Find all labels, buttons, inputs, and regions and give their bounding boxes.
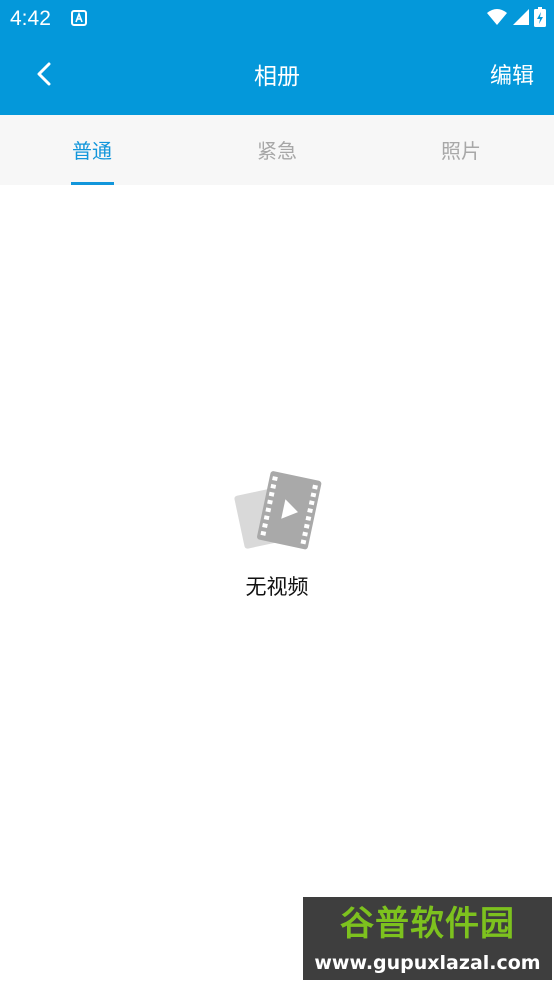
page-title: 相册 bbox=[254, 64, 300, 90]
wifi-icon bbox=[486, 8, 508, 30]
tab-photos[interactable]: 照片 bbox=[369, 115, 553, 185]
tab-bar: 普通 紧急 照片 bbox=[0, 115, 554, 185]
a-notification-icon bbox=[71, 10, 87, 26]
toolbar: 相册 编辑 bbox=[0, 38, 554, 115]
tab-normal[interactable]: 普通 bbox=[0, 115, 184, 185]
tab-label: 普通 bbox=[72, 139, 112, 163]
tab-urgent[interactable]: 紧急 bbox=[185, 115, 369, 185]
status-icons bbox=[486, 7, 546, 31]
video-list-empty: 无视频 bbox=[0, 185, 554, 985]
edit-button[interactable]: 编辑 bbox=[490, 62, 534, 92]
tab-label: 紧急 bbox=[257, 139, 297, 163]
video-film-icon bbox=[231, 471, 323, 555]
app-header: 4:42 相册 编辑 bbox=[0, 0, 554, 115]
empty-message: 无视频 bbox=[245, 575, 309, 599]
cell-signal-icon bbox=[512, 8, 530, 30]
battery-icon bbox=[534, 7, 546, 31]
watermark-title: 谷普软件园 bbox=[340, 904, 515, 944]
watermark-logo: 谷普软件园 www.gupuxlazal.com bbox=[303, 897, 552, 980]
status-bar: 4:42 bbox=[0, 0, 554, 38]
tab-label: 照片 bbox=[441, 139, 481, 163]
status-time: 4:42 bbox=[10, 7, 51, 30]
watermark-url: www.gupuxlazal.com bbox=[314, 952, 541, 974]
